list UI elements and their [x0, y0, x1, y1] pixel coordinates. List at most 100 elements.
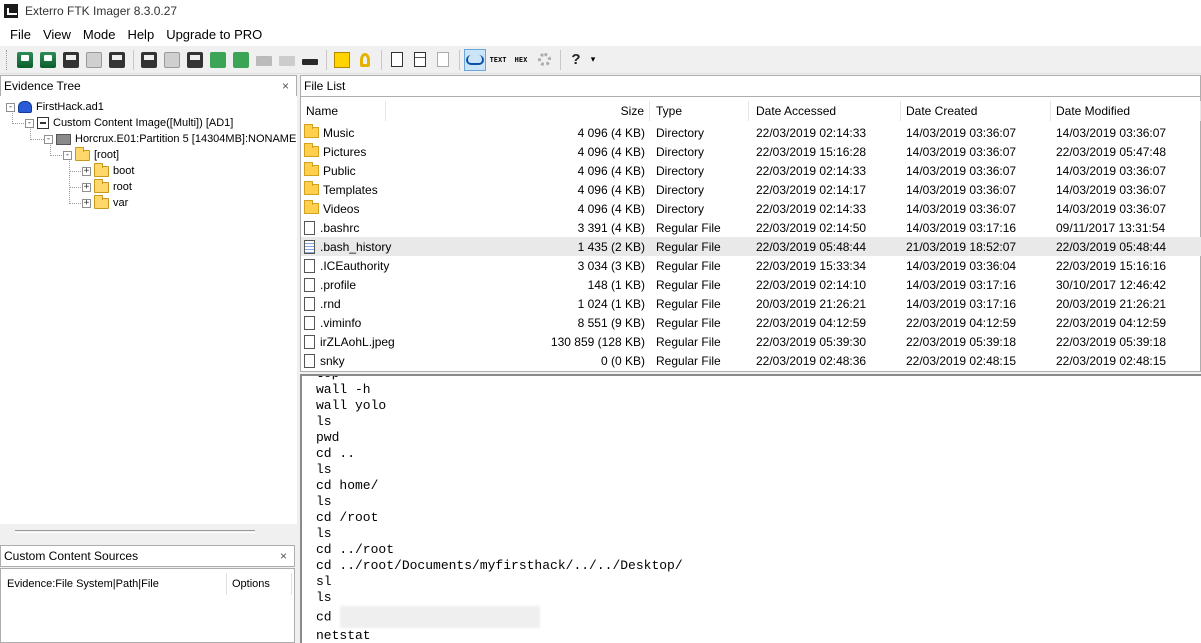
file-row[interactable]: .bash_history 1 435 (2 KB) Regular File 22/… — [301, 237, 1201, 256]
viewer-line: wall yolo — [316, 398, 387, 413]
column-header-name[interactable]: Name — [306, 101, 386, 121]
help-button[interactable]: ? — [565, 49, 587, 71]
add-evidence-button[interactable] — [14, 49, 36, 71]
tree-node-partition[interactable]: - Horcrux.E01:Partition 5 [14304MB]:NONA… — [44, 131, 296, 147]
video-thumbnails-button[interactable] — [533, 49, 555, 71]
file-row[interactable]: .ICEauthority 3 034 (3 KB) Regular File 22/… — [301, 256, 1201, 275]
collapse-icon[interactable]: - — [44, 134, 53, 144]
cell-name: Videos — [304, 199, 554, 218]
column-header-size[interactable]: Size — [386, 101, 650, 121]
file-row[interactable]: Music 4 096 (4 KB) Directory 22/03/2019 02:… — [301, 123, 1201, 142]
expand-icon[interactable]: + — [82, 182, 91, 192]
tree-node-root-folder[interactable]: - [root] — [63, 146, 120, 163]
file-row[interactable]: .viminfo 8 551 (9 KB) Regular File 22/03/20… — [301, 313, 1201, 332]
verify-drive-button[interactable] — [276, 49, 298, 71]
expand-icon[interactable]: + — [82, 198, 91, 208]
cell-modified: 20/03/2019 21:26:21 — [1056, 296, 1167, 311]
decrypt-icon — [256, 56, 272, 66]
file-content-viewer[interactable]: topwall -hwall yololspwdcd ..lscd home/l… — [300, 374, 1201, 643]
custom-content-close-icon[interactable]: × — [280, 549, 287, 563]
file-row[interactable]: Pictures 4 096 (4 KB) Directory 22/03/2019 … — [301, 142, 1201, 161]
folder-icon — [304, 143, 319, 157]
menu-view[interactable]: View — [37, 27, 77, 42]
file-icon — [304, 258, 315, 273]
menu-upgrade[interactable]: Upgrade to PRO — [160, 27, 268, 42]
cell-name: .rnd — [304, 294, 554, 313]
detect-encryption-button[interactable] — [354, 49, 376, 71]
cell-type: Directory — [656, 163, 705, 178]
remove-all-evidence-button[interactable] — [106, 49, 128, 71]
add-to-custom-content-button[interactable] — [207, 49, 229, 71]
menu-mode[interactable]: Mode — [77, 27, 122, 42]
export-files-icon — [391, 52, 403, 67]
file-list[interactable]: Name Size Type Date Accessed Date Create… — [300, 96, 1201, 372]
file-row[interactable]: .rnd 1 024 (1 KB) Regular File 20/03/2019 2… — [301, 294, 1201, 313]
tree-node-label: Custom Content Image([Multi]) [AD1] — [53, 117, 234, 129]
auto-view-button[interactable] — [464, 48, 486, 71]
export-file-hash-list-button[interactable] — [409, 49, 431, 71]
capture-memory-button[interactable] — [299, 49, 321, 71]
export-directory-listing-button[interactable] — [432, 49, 454, 71]
column-header-evidence[interactable]: Evidence:File System|Path|File — [7, 573, 227, 595]
column-header-date-created[interactable]: Date Created — [906, 101, 1051, 121]
toolbar-overflow-button[interactable]: ▾ — [588, 49, 598, 71]
add-all-evidence-button[interactable] — [37, 49, 59, 71]
menu-help[interactable]: Help — [121, 27, 160, 42]
toolbar-grip[interactable] — [6, 49, 8, 70]
file-list-header: File List — [300, 75, 1201, 97]
expand-icon[interactable]: + — [82, 166, 91, 176]
cell-modified: 22/03/2019 05:39:18 — [1056, 334, 1167, 349]
file-row[interactable]: Templates 4 096 (4 KB) Directory 22/03/2019… — [301, 180, 1201, 199]
tree-node-label: boot — [113, 165, 135, 177]
cell-name: Pictures — [304, 142, 554, 161]
cell-accessed: 22/03/2019 02:14:17 — [756, 182, 867, 197]
custom-content-list[interactable]: Evidence:File System|Path|File Options — [0, 568, 295, 643]
cell-size: 0 (0 KB) — [600, 353, 645, 368]
file-row[interactable]: irZLAohL.jpeg 130 859 (128 KB) Regular Fil… — [301, 332, 1201, 351]
file-row[interactable]: snky 0 (0 KB) Regular File 22/03/2019 02:48… — [301, 351, 1201, 370]
column-header-options[interactable]: Options — [232, 573, 292, 595]
column-header-date-modified[interactable]: Date Modified — [1056, 101, 1201, 121]
file-row[interactable]: Videos 4 096 (4 KB) Directory 22/03/2019 02… — [301, 199, 1201, 218]
tree-node-label: [root] — [94, 149, 120, 161]
evidence-tree[interactable]: - FirstHack.ad1 - Custom Content Image([… — [0, 96, 297, 524]
hex-view-button[interactable]: HEX — [510, 49, 532, 71]
collapse-icon[interactable]: - — [63, 150, 72, 160]
viewer-line: ls — [316, 590, 332, 605]
tree-node-var[interactable]: + var — [82, 194, 128, 211]
file-name: .rnd — [320, 296, 341, 311]
toolbar: TEXT HEX ? ▾ — [0, 46, 1201, 74]
collapse-icon[interactable]: - — [25, 118, 34, 128]
pane-splitter[interactable] — [15, 530, 255, 533]
obtain-protected-files-icon — [334, 51, 350, 68]
create-disk-image-button[interactable] — [138, 49, 160, 71]
decrypt-button[interactable] — [253, 49, 275, 71]
tree-node-evidence[interactable]: - FirstHack.ad1 — [6, 99, 104, 115]
column-header-date-accessed[interactable]: Date Accessed — [756, 101, 901, 121]
create-disk-image-icon — [141, 51, 157, 68]
export-files-button[interactable] — [386, 49, 408, 71]
collapse-icon[interactable]: - — [6, 102, 15, 112]
tree-node-custom-content-image[interactable]: - Custom Content Image([Multi]) [AD1] — [25, 115, 233, 131]
create-custom-content-image-button[interactable] — [230, 49, 252, 71]
tree-node-root[interactable]: + root — [82, 178, 132, 195]
obtain-protected-files-button[interactable] — [331, 49, 353, 71]
text-view-button[interactable]: TEXT — [487, 49, 509, 71]
remove-evidence-button[interactable] — [83, 49, 105, 71]
column-header-type[interactable]: Type — [656, 101, 749, 121]
file-name: Pictures — [323, 144, 367, 159]
file-row[interactable]: .bashrc 3 391 (4 KB) Regular File 22/03/201… — [301, 218, 1201, 237]
cell-type: Regular File — [656, 296, 721, 311]
tree-node-boot[interactable]: + boot — [82, 162, 135, 179]
export-logical-image-button[interactable] — [184, 49, 206, 71]
export-disk-image-button[interactable] — [161, 49, 183, 71]
image-mounting-button[interactable] — [60, 49, 82, 71]
menu-file[interactable]: File — [4, 27, 37, 42]
evidence-tree-close-icon[interactable]: × — [282, 79, 289, 93]
file-row[interactable]: .profile 148 (1 KB) Regular File 22/03/2019… — [301, 275, 1201, 294]
folder-icon — [304, 124, 319, 138]
export-disk-image-icon — [164, 51, 180, 68]
file-row[interactable]: Public 4 096 (4 KB) Directory 22/03/2019 02… — [301, 161, 1201, 180]
cell-name: .bash_history — [304, 237, 554, 256]
viewer-line: top — [316, 376, 683, 382]
